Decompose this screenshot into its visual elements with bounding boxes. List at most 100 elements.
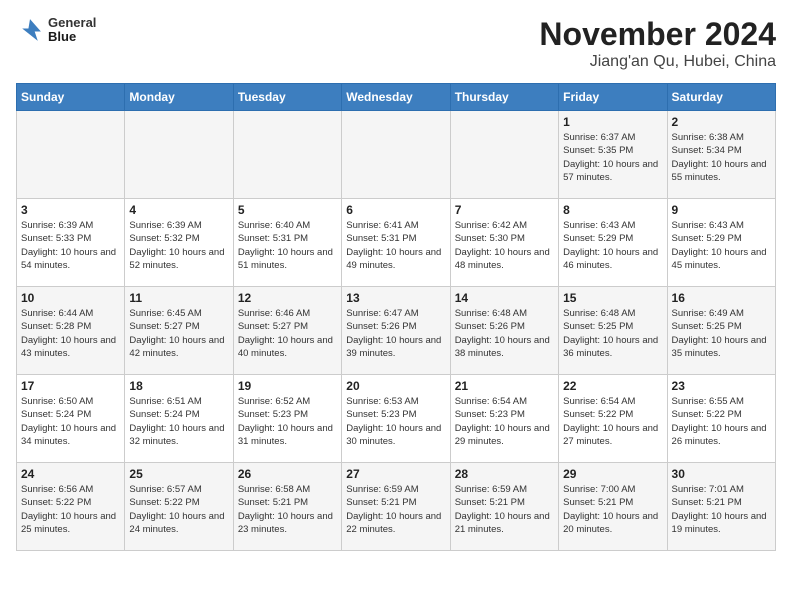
day-info: Sunrise: 6:49 AM Sunset: 5:25 PM Dayligh… — [672, 307, 771, 360]
calendar-cell: 1 Sunrise: 6:37 AM Sunset: 5:35 PM Daylig… — [559, 111, 667, 199]
day-info: Sunrise: 6:48 AM Sunset: 5:25 PM Dayligh… — [563, 307, 662, 360]
day-info: Sunrise: 6:43 AM Sunset: 5:29 PM Dayligh… — [563, 219, 662, 272]
month-title: November 2024 — [539, 16, 776, 53]
day-info: Sunrise: 6:42 AM Sunset: 5:30 PM Dayligh… — [455, 219, 554, 272]
calendar-cell: 18 Sunrise: 6:51 AM Sunset: 5:24 PM Dayli… — [125, 375, 233, 463]
calendar-cell: 23 Sunrise: 6:55 AM Sunset: 5:22 PM Dayli… — [667, 375, 775, 463]
calendar-cell: 11Sunrise: 6:45 AM Sunset: 5:27 PM Dayli… — [125, 287, 233, 375]
page-header: General Blue November 2024 Jiang'an Qu, … — [16, 16, 776, 71]
calendar-cell: 13Sunrise: 6:47 AM Sunset: 5:26 PM Dayli… — [342, 287, 450, 375]
calendar-cell: 8Sunrise: 6:43 AM Sunset: 5:29 PM Daylig… — [559, 199, 667, 287]
calendar-cell: 24Sunrise: 6:56 AM Sunset: 5:22 PM Dayli… — [17, 463, 125, 551]
calendar-table: SundayMondayTuesdayWednesdayThursdayFrid… — [16, 83, 776, 551]
day-info: Sunrise: 6:43 AM Sunset: 5:29 PM Dayligh… — [672, 219, 771, 272]
day-number: 26 — [238, 467, 337, 481]
calendar-cell: 17 Sunrise: 6:50 AM Sunset: 5:24 PM Dayli… — [17, 375, 125, 463]
day-info: Sunrise: 6:37 AM Sunset: 5:35 PM Dayligh… — [563, 131, 662, 184]
calendar-cell: 16 Sunrise: 6:49 AM Sunset: 5:25 PM Dayli… — [667, 287, 775, 375]
calendar-cell — [342, 111, 450, 199]
weekday-header: Saturday — [667, 84, 775, 111]
day-number: 6 — [346, 203, 445, 217]
day-info: Sunrise: 6:52 AM Sunset: 5:23 PM Dayligh… — [238, 395, 337, 448]
day-info: Sunrise: 6:39 AM Sunset: 5:33 PM Dayligh… — [21, 219, 120, 272]
calendar-cell: 12 Sunrise: 6:46 AM Sunset: 5:27 PM Dayli… — [233, 287, 341, 375]
location: Jiang'an Qu, Hubei, China — [539, 53, 776, 71]
calendar-header: SundayMondayTuesdayWednesdayThursdayFrid… — [17, 84, 776, 111]
day-number: 10 — [21, 291, 120, 305]
calendar-cell — [17, 111, 125, 199]
day-number: 20 — [346, 379, 445, 393]
logo-line2: Blue — [48, 30, 96, 44]
logo: General Blue — [16, 16, 96, 45]
calendar-cell — [125, 111, 233, 199]
day-info: Sunrise: 6:54 AM Sunset: 5:22 PM Dayligh… — [563, 395, 662, 448]
day-info: Sunrise: 7:00 AM Sunset: 5:21 PM Dayligh… — [563, 483, 662, 536]
day-info: Sunrise: 6:55 AM Sunset: 5:22 PM Dayligh… — [672, 395, 771, 448]
day-number: 3 — [21, 203, 120, 217]
calendar-cell: 2 Sunrise: 6:38 AM Sunset: 5:34 PM Daylig… — [667, 111, 775, 199]
weekday-header: Wednesday — [342, 84, 450, 111]
day-info: Sunrise: 6:56 AM Sunset: 5:22 PM Dayligh… — [21, 483, 120, 536]
day-number: 28 — [455, 467, 554, 481]
weekday-row: SundayMondayTuesdayWednesdayThursdayFrid… — [17, 84, 776, 111]
day-number: 27 — [346, 467, 445, 481]
day-info: Sunrise: 6:45 AM Sunset: 5:27 PM Dayligh… — [129, 307, 228, 360]
day-info: Sunrise: 6:40 AM Sunset: 5:31 PM Dayligh… — [238, 219, 337, 272]
day-info: Sunrise: 6:50 AM Sunset: 5:24 PM Dayligh… — [21, 395, 120, 448]
weekday-header: Tuesday — [233, 84, 341, 111]
day-info: Sunrise: 6:53 AM Sunset: 5:23 PM Dayligh… — [346, 395, 445, 448]
calendar-cell: 10 Sunrise: 6:44 AM Sunset: 5:28 PM Dayli… — [17, 287, 125, 375]
day-info: Sunrise: 6:44 AM Sunset: 5:28 PM Dayligh… — [21, 307, 120, 360]
weekday-header: Thursday — [450, 84, 558, 111]
calendar-cell: 5 Sunrise: 6:40 AM Sunset: 5:31 PM Daylig… — [233, 199, 341, 287]
weekday-header: Sunday — [17, 84, 125, 111]
logo-line1: General — [48, 16, 96, 30]
day-info: Sunrise: 6:54 AM Sunset: 5:23 PM Dayligh… — [455, 395, 554, 448]
day-number: 2 — [672, 115, 771, 129]
title-block: November 2024 Jiang'an Qu, Hubei, China — [539, 16, 776, 71]
calendar-cell: 22Sunrise: 6:54 AM Sunset: 5:22 PM Dayli… — [559, 375, 667, 463]
calendar-cell: 4Sunrise: 6:39 AM Sunset: 5:32 PM Daylig… — [125, 199, 233, 287]
day-info: Sunrise: 6:51 AM Sunset: 5:24 PM Dayligh… — [129, 395, 228, 448]
day-info: Sunrise: 6:59 AM Sunset: 5:21 PM Dayligh… — [346, 483, 445, 536]
calendar-row: 24Sunrise: 6:56 AM Sunset: 5:22 PM Dayli… — [17, 463, 776, 551]
calendar-cell: 7Sunrise: 6:42 AM Sunset: 5:30 PM Daylig… — [450, 199, 558, 287]
day-info: Sunrise: 6:38 AM Sunset: 5:34 PM Dayligh… — [672, 131, 771, 184]
day-info: Sunrise: 6:46 AM Sunset: 5:27 PM Dayligh… — [238, 307, 337, 360]
calendar-cell: 3 Sunrise: 6:39 AM Sunset: 5:33 PM Daylig… — [17, 199, 125, 287]
day-info: Sunrise: 6:57 AM Sunset: 5:22 PM Dayligh… — [129, 483, 228, 536]
day-number: 29 — [563, 467, 662, 481]
logo-text: General Blue — [48, 16, 96, 45]
day-number: 21 — [455, 379, 554, 393]
calendar-cell: 25 Sunrise: 6:57 AM Sunset: 5:22 PM Dayli… — [125, 463, 233, 551]
calendar-cell: 21 Sunrise: 6:54 AM Sunset: 5:23 PM Dayli… — [450, 375, 558, 463]
day-info: Sunrise: 6:41 AM Sunset: 5:31 PM Dayligh… — [346, 219, 445, 272]
calendar-row: 3 Sunrise: 6:39 AM Sunset: 5:33 PM Daylig… — [17, 199, 776, 287]
day-number: 5 — [238, 203, 337, 217]
calendar-cell: 28 Sunrise: 6:59 AM Sunset: 5:21 PM Dayli… — [450, 463, 558, 551]
day-number: 12 — [238, 291, 337, 305]
day-info: Sunrise: 6:48 AM Sunset: 5:26 PM Dayligh… — [455, 307, 554, 360]
calendar-cell: 30 Sunrise: 7:01 AM Sunset: 5:21 PM Dayli… — [667, 463, 775, 551]
day-info: Sunrise: 7:01 AM Sunset: 5:21 PM Dayligh… — [672, 483, 771, 536]
day-number: 9 — [672, 203, 771, 217]
calendar-cell: 6 Sunrise: 6:41 AM Sunset: 5:31 PM Daylig… — [342, 199, 450, 287]
day-number: 18 — [129, 379, 228, 393]
day-number: 16 — [672, 291, 771, 305]
weekday-header: Friday — [559, 84, 667, 111]
logo-icon — [16, 16, 44, 44]
calendar-cell: 29 Sunrise: 7:00 AM Sunset: 5:21 PM Dayli… — [559, 463, 667, 551]
calendar-row: 17 Sunrise: 6:50 AM Sunset: 5:24 PM Dayli… — [17, 375, 776, 463]
day-number: 23 — [672, 379, 771, 393]
day-number: 17 — [21, 379, 120, 393]
calendar-row: 1 Sunrise: 6:37 AM Sunset: 5:35 PM Daylig… — [17, 111, 776, 199]
day-number: 30 — [672, 467, 771, 481]
calendar-row: 10 Sunrise: 6:44 AM Sunset: 5:28 PM Dayli… — [17, 287, 776, 375]
day-number: 1 — [563, 115, 662, 129]
day-number: 15 — [563, 291, 662, 305]
calendar-cell — [233, 111, 341, 199]
calendar-cell: 26Sunrise: 6:58 AM Sunset: 5:21 PM Dayli… — [233, 463, 341, 551]
day-info: Sunrise: 6:59 AM Sunset: 5:21 PM Dayligh… — [455, 483, 554, 536]
day-number: 14 — [455, 291, 554, 305]
day-number: 25 — [129, 467, 228, 481]
